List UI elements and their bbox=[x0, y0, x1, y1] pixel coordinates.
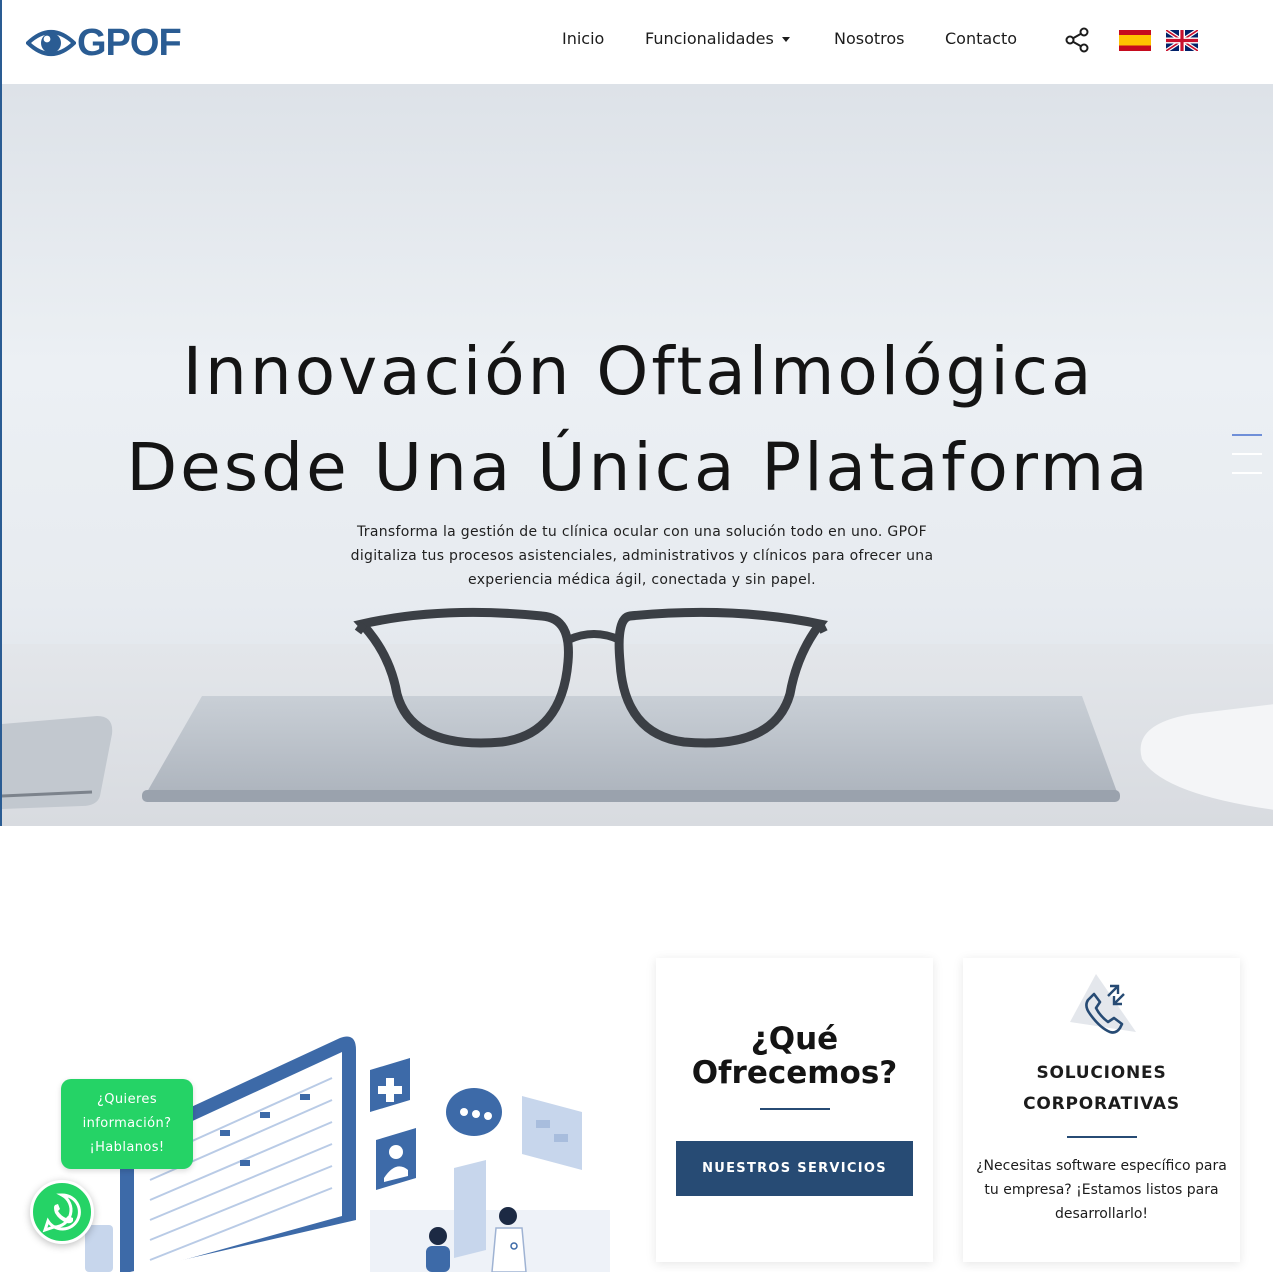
title-divider bbox=[1066, 1136, 1137, 1138]
nav-funcionalidades-label: Funcionalidades bbox=[645, 29, 774, 48]
corporate-title-line-2: CORPORATIVAS bbox=[1023, 1094, 1180, 1114]
flag-uk-icon[interactable] bbox=[1166, 30, 1198, 51]
services-button[interactable]: NUESTROS SERVICIOS bbox=[676, 1141, 913, 1196]
corporate-solutions-text: ¿Necesitas software específico para tu e… bbox=[976, 1158, 1227, 1222]
flag-spain-icon[interactable] bbox=[1119, 30, 1151, 51]
corporate-solutions-title: SOLUCIONES CORPORATIVAS bbox=[963, 1058, 1240, 1120]
chevron-down-icon bbox=[781, 37, 790, 42]
hero-title: Innovación Oftalmológica Desde Una Única… bbox=[2, 324, 1273, 516]
share-icon[interactable] bbox=[1064, 27, 1090, 53]
toggle-bar bbox=[1232, 434, 1262, 436]
eye-logo-icon bbox=[26, 30, 76, 56]
navbar: GPOF Inicio Funcionalidades Nosotros Con… bbox=[0, 0, 1273, 84]
nav-inicio[interactable]: Inicio bbox=[562, 28, 604, 50]
hero-subtitle: Transforma la gestión de tu clínica ocul… bbox=[350, 524, 934, 588]
whatsapp-icon bbox=[42, 1193, 81, 1233]
logo-text: GPOF bbox=[77, 22, 182, 64]
hero-background-image bbox=[2, 607, 1273, 826]
whatsapp-line-1: ¿Quieres bbox=[96, 1092, 157, 1107]
offer-card: ¿Qué Ofrecemos? NUESTROS SERVICIOS bbox=[656, 958, 933, 1262]
corporate-solutions-card: SOLUCIONES CORPORATIVAS ¿Necesitas softw… bbox=[963, 958, 1240, 1262]
nav-nosotros[interactable]: Nosotros bbox=[834, 28, 905, 50]
whatsapp-chat-bubble[interactable]: ¿Quieres información? ¡Hablanos! bbox=[61, 1079, 193, 1169]
whatsapp-line-3: ¡Hablanos! bbox=[89, 1140, 165, 1155]
side-menu-toggle[interactable] bbox=[1232, 434, 1262, 476]
toggle-bar bbox=[1232, 472, 1262, 474]
offer-title: ¿Qué Ofrecemos? bbox=[691, 1021, 898, 1091]
hero-title-line-1: Innovación Oftalmológica bbox=[182, 333, 1095, 410]
nav-funcionalidades[interactable]: Funcionalidades bbox=[645, 28, 790, 50]
whatsapp-button[interactable] bbox=[30, 1180, 94, 1244]
toggle-bar bbox=[1232, 453, 1262, 455]
hero-section: Innovación Oftalmológica Desde Una Única… bbox=[0, 84, 1273, 826]
nav-contacto[interactable]: Contacto bbox=[945, 28, 1017, 50]
title-divider bbox=[759, 1108, 830, 1110]
logo[interactable]: GPOF bbox=[26, 22, 182, 64]
hero-title-line-2: Desde Una Única Plataforma bbox=[126, 429, 1151, 506]
whatsapp-line-2: información? bbox=[82, 1116, 172, 1131]
corporate-title-line-1: SOLUCIONES bbox=[1036, 1063, 1167, 1083]
phone-transfer-icon bbox=[1070, 974, 1136, 1034]
